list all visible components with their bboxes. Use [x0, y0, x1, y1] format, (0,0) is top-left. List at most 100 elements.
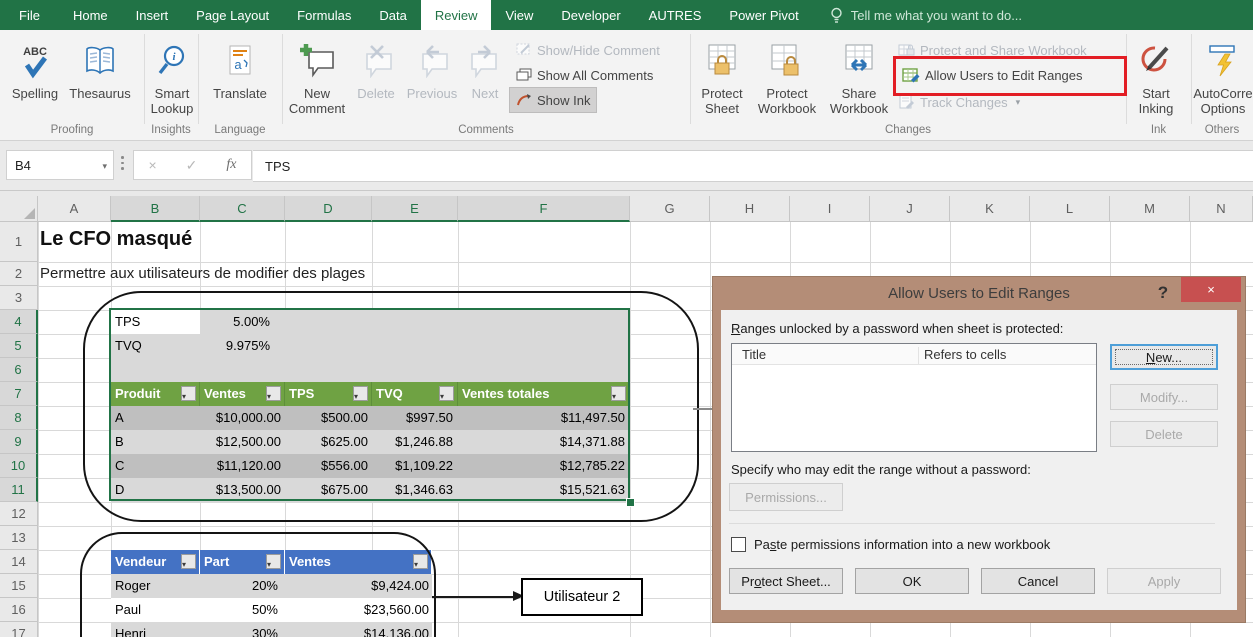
tab-home[interactable]: Home	[59, 0, 122, 30]
row-header-8[interactable]: 8	[0, 406, 38, 430]
annotation-box: Utilisateur 2	[521, 578, 643, 616]
column-header-L[interactable]: L	[1030, 196, 1110, 222]
row-header-10[interactable]: 10	[0, 454, 38, 478]
spelling-label: Spelling	[12, 86, 58, 101]
column-header-A[interactable]: A	[38, 196, 111, 222]
protect-sheet-dialog-button[interactable]: Protect Sheet...	[729, 568, 843, 594]
previous-comment-label: Previous	[407, 86, 458, 101]
row-header-4[interactable]: 4	[0, 310, 38, 334]
tab-file[interactable]: File	[0, 0, 59, 30]
row-header-11[interactable]: 11	[0, 478, 38, 502]
previous-comment-button[interactable]: Previous	[403, 36, 461, 101]
group-label-language: Language	[198, 124, 282, 138]
row-header-9[interactable]: 9	[0, 430, 38, 454]
tab-data[interactable]: Data	[365, 0, 420, 30]
group-separator	[282, 34, 283, 124]
ranges-list[interactable]: Title Refers to cells	[731, 343, 1097, 452]
confirm-entry-icon[interactable]: ✓	[186, 157, 198, 174]
lightbulb-icon	[829, 7, 844, 24]
column-header-B[interactable]: B	[111, 196, 200, 222]
name-box-value: B4	[15, 158, 31, 173]
help-button[interactable]: ?	[1151, 281, 1175, 305]
tab-view[interactable]: View	[491, 0, 547, 30]
ranges-label: Ranges unlocked by a password when sheet…	[731, 321, 1063, 336]
tab-formulas[interactable]: Formulas	[283, 0, 365, 30]
show-ink-label: Show Ink	[537, 93, 590, 108]
modify-button[interactable]: Modify...	[1110, 384, 1218, 410]
tab-autres[interactable]: AUTRES	[635, 0, 716, 30]
row-header-3[interactable]: 3	[0, 286, 38, 310]
list-header-separator	[918, 347, 919, 364]
column-header-C[interactable]: C	[200, 196, 285, 222]
delete-button[interactable]: Delete	[1110, 421, 1218, 447]
column-header-J[interactable]: J	[870, 196, 950, 222]
column-header-M[interactable]: M	[1110, 196, 1190, 222]
ok-button[interactable]: OK	[855, 568, 969, 594]
column-header-E[interactable]: E	[372, 196, 458, 222]
row-header-16[interactable]: 16	[0, 598, 38, 622]
translate-button[interactable]: a Translate	[200, 36, 280, 101]
protect-workbook-label: Protect Workbook	[751, 86, 823, 116]
row-header-14[interactable]: 14	[0, 550, 38, 574]
apply-button[interactable]: Apply	[1107, 568, 1221, 594]
row-header-7[interactable]: 7	[0, 382, 38, 406]
spelling-button[interactable]: ABC Spelling	[6, 36, 64, 101]
thesaurus-button[interactable]: Thesaurus	[62, 36, 138, 101]
protect-workbook-button[interactable]: Protect Workbook	[751, 36, 823, 116]
row-header-17[interactable]: 17	[0, 622, 38, 637]
tab-review[interactable]: Review	[421, 0, 492, 30]
next-comment-button[interactable]: Next	[462, 36, 508, 101]
paste-permissions-checkbox[interactable]	[731, 537, 746, 552]
select-all-corner[interactable]	[0, 196, 38, 222]
column-header-N[interactable]: N	[1190, 196, 1253, 222]
row-header-6[interactable]: 6	[0, 358, 38, 382]
row-header-13[interactable]: 13	[0, 526, 38, 550]
formula-bar: B4 ▾ × ✓ fx TPS	[0, 141, 1253, 191]
row-header-5[interactable]: 5	[0, 334, 38, 358]
tab-power-pivot[interactable]: Power Pivot	[715, 0, 812, 30]
formula-value: TPS	[265, 159, 290, 174]
formula-bar-resize-handle[interactable]	[121, 156, 124, 170]
new-comment-button[interactable]: New Comment	[286, 36, 348, 116]
list-header-title[interactable]: Title	[742, 347, 766, 362]
delete-comment-button[interactable]: Delete	[350, 36, 402, 101]
svg-text:a: a	[234, 57, 242, 72]
column-header-G[interactable]: G	[630, 196, 710, 222]
smart-lookup-button[interactable]: i Smart Lookup	[146, 36, 198, 116]
column-header-F[interactable]: F	[458, 196, 630, 222]
group-label-ink: Ink	[1126, 124, 1191, 138]
name-box[interactable]: B4 ▾	[6, 150, 114, 180]
dialog-title: Allow Users to Edit Ranges	[888, 285, 1070, 302]
close-button[interactable]: ×	[1181, 277, 1241, 302]
row-header-2[interactable]: 2	[0, 262, 38, 286]
annotation-label: Utilisateur 2	[544, 589, 621, 605]
row-header-12[interactable]: 12	[0, 502, 38, 526]
start-inking-button[interactable]: Start Inking	[1128, 36, 1184, 116]
formula-input[interactable]: TPS	[253, 150, 1253, 182]
new-button[interactable]: New...	[1110, 344, 1218, 370]
protect-sheet-button[interactable]: Protect Sheet	[694, 36, 750, 116]
show-ink-button[interactable]: Show Ink	[509, 87, 597, 113]
show-all-comments-button[interactable]: Show All Comments	[516, 63, 653, 87]
tab-developer[interactable]: Developer	[547, 0, 634, 30]
show-hide-comment-button[interactable]: Show/Hide Comment	[516, 38, 660, 62]
delete-comment-label: Delete	[357, 86, 395, 101]
permissions-button[interactable]: Permissions...	[729, 483, 843, 511]
cancel-entry-icon[interactable]: ×	[148, 157, 156, 173]
row-header-15[interactable]: 15	[0, 574, 38, 598]
share-workbook-button[interactable]: Share Workbook	[824, 36, 894, 116]
insert-function-icon[interactable]: fx	[226, 157, 236, 173]
row-header-1[interactable]: 1	[0, 222, 38, 262]
cancel-button[interactable]: Cancel	[981, 568, 1095, 594]
column-header-I[interactable]: I	[790, 196, 870, 222]
tell-me-box[interactable]: Tell me what you want to do...	[829, 0, 1022, 30]
column-header-K[interactable]: K	[950, 196, 1030, 222]
tab-page-layout[interactable]: Page Layout	[182, 0, 283, 30]
autocorrect-options-button[interactable]: AutoCorre Options	[1192, 36, 1253, 116]
autocorrect-options-label-line1: AutoCorre	[1193, 86, 1252, 101]
column-header-D[interactable]: D	[285, 196, 372, 222]
column-header-H[interactable]: H	[710, 196, 790, 222]
chevron-down-icon[interactable]: ▾	[102, 161, 107, 172]
tab-insert[interactable]: Insert	[122, 0, 183, 30]
list-header-refers-to-cells[interactable]: Refers to cells	[924, 347, 1006, 362]
